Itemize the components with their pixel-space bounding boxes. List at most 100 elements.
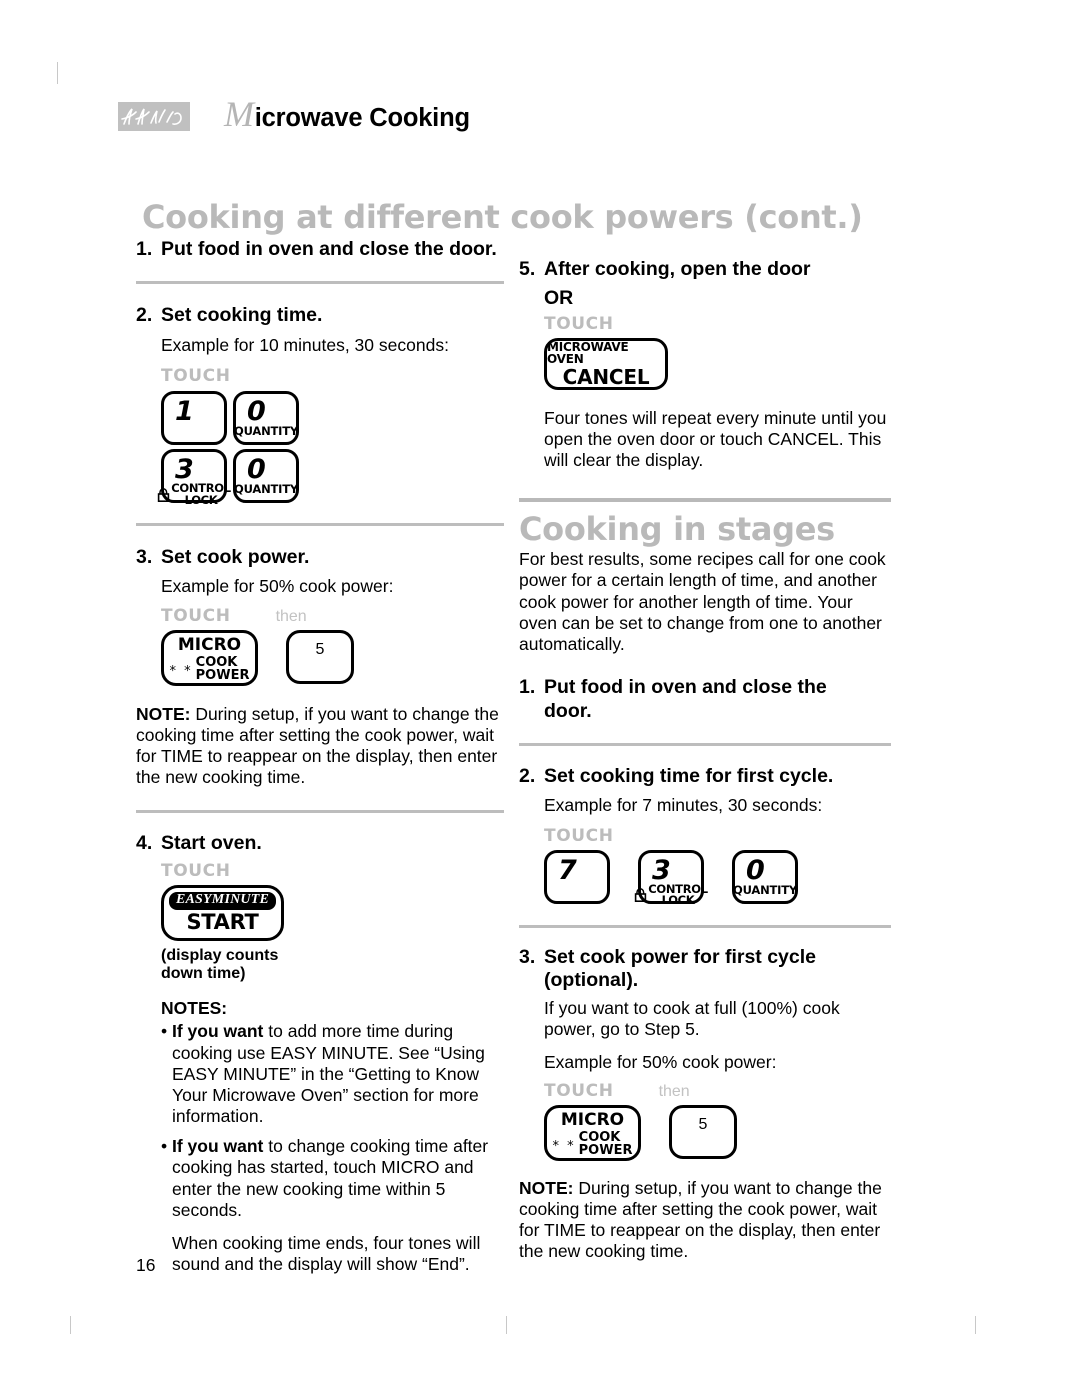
key-1[interactable]: 1 — [161, 390, 227, 445]
keypad-row: 1 0 QUANTITY — [161, 390, 504, 445]
step-4-keypad-block: TOUCH EASYMINUTE START (display counts d… — [161, 861, 504, 984]
kitchenaid-script-logo-icon — [118, 102, 190, 131]
crop-mark — [506, 1316, 507, 1334]
keypad-row: MICRO * * COOK POWER 5 — [544, 1104, 891, 1161]
step-3: 3. Set cook power. — [136, 546, 504, 569]
step-5-or: OR — [519, 287, 891, 310]
page-title-text: icrowave Cooking — [254, 104, 470, 132]
crop-mark — [975, 1316, 976, 1334]
bullet-icon: • — [161, 1136, 168, 1157]
step-title: Set cooking time for first cycle. — [544, 764, 834, 787]
keypad-group: 1 0 QUANTITY 3 CONTROL LOCK 0 QUANTITY — [158, 390, 504, 505]
step-3-keypad-block: TOUCH then MICRO * * COOK POWER 5 — [161, 606, 504, 686]
key-0-quantity[interactable]: 0 QUANTITY — [233, 390, 299, 445]
key-digit: 0 — [746, 854, 765, 886]
touch-label: TOUCH — [161, 365, 231, 386]
crop-mark — [70, 1316, 71, 1334]
step-1: 1. Put food in oven and close the door. — [136, 238, 504, 261]
step-number: 1. — [136, 238, 153, 260]
stages-step-2: 2. Set cooking time for first cycle. — [519, 765, 891, 788]
step-number: 2. — [136, 304, 153, 327]
key-7[interactable]: 7 — [544, 849, 610, 904]
divider — [136, 281, 504, 285]
key-sublabel-quantity: QUANTITY — [733, 882, 797, 897]
stages-step-1: 1. Put food in oven and close the door. — [519, 676, 891, 723]
touch-label: TOUCH — [161, 860, 231, 881]
stages-step-2-keypad-block: TOUCH 7 3 CONTROL LOCK 0 QUANTITY — [544, 825, 891, 906]
divider — [136, 522, 504, 526]
key-label-easy-minute: EASYMINUTE — [168, 892, 277, 910]
crop-mark — [57, 62, 58, 84]
key-microwave-oven-cancel[interactable]: MICROWAVE OVEN CANCEL — [544, 337, 668, 390]
step-2: 2. Set cooking time. — [136, 304, 504, 327]
note-list-item: • If you want to change cooking time aft… — [161, 1136, 504, 1221]
bullet-icon: • — [161, 1021, 168, 1042]
divider — [519, 924, 891, 928]
key-label-micro: MICRO — [560, 1110, 625, 1131]
step-4-caption: (display counts down time) — [161, 946, 279, 982]
section-heading-cook-powers: Cooking at different cook powers (cont.) — [142, 198, 863, 236]
key-0-quantity[interactable]: 0 QUANTITY — [233, 448, 299, 503]
step-5-body: Four tones will repeat every minute unti… — [544, 407, 887, 471]
divider — [136, 810, 504, 814]
note-label: NOTE: — [136, 703, 191, 724]
stages-step-3-example: Example for 50% cook power: — [544, 1051, 777, 1072]
note-lead: If you want — [172, 1021, 264, 1042]
step-2-example: Example for 10 minutes, 30 seconds: — [161, 334, 449, 355]
note-text: During setup, if you want to change the … — [136, 703, 499, 788]
left-column: 1. Put food in oven and close the door. … — [136, 238, 504, 1275]
key-5[interactable]: 5 — [286, 629, 354, 684]
step-3-note: NOTE: During setup, if you want to chang… — [136, 704, 504, 789]
key-digit: 7 — [558, 854, 577, 886]
stages-step-3-note: NOTE: During setup, if you want to chang… — [519, 1178, 891, 1263]
step-number: 2. — [519, 764, 536, 787]
key-digit: 5 — [315, 640, 325, 658]
or-label: OR — [544, 287, 574, 310]
key-sublabel-control-lock: CONTROL LOCK — [157, 482, 231, 506]
step-number: 3. — [136, 545, 153, 568]
key-0-quantity[interactable]: 0 QUANTITY — [732, 849, 798, 904]
key-sublabel-power: POWER — [578, 1143, 633, 1159]
step-title: Set cook power. — [161, 545, 310, 568]
then-label: then — [658, 1082, 690, 1100]
right-column: 5. After cooking, open the door OR TOUCH… — [519, 258, 891, 1262]
key-micro-cook-power[interactable]: MICRO * * COOK POWER — [544, 1104, 641, 1161]
stages-step-2-example: Example for 7 minutes, 30 seconds: — [544, 795, 823, 816]
keypad-row: 3 CONTROL LOCK 0 QUANTITY — [158, 448, 504, 505]
key-sublabel-microwave-oven: MICROWAVE OVEN — [547, 339, 629, 366]
step-5-keypad-block: TOUCH MICROWAVE OVEN CANCEL — [544, 314, 891, 390]
key-5[interactable]: 5 — [669, 1104, 737, 1159]
key-3-control-lock[interactable]: 3 CONTROL LOCK — [158, 448, 231, 505]
drop-cap: M — [224, 94, 254, 134]
touch-label: TOUCH — [544, 313, 614, 334]
stages-step-3: 3. Set cook power for first cycle (optio… — [519, 946, 891, 993]
step-title: Put food in oven and close the door. — [161, 238, 497, 260]
key-start-easy-minute[interactable]: EASYMINUTE START — [161, 884, 284, 941]
step-5: 5. After cooking, open the door — [519, 258, 891, 281]
divider-section — [519, 498, 891, 503]
key-sublabel-quantity: QUANTITY — [234, 481, 298, 496]
key-sublabel-power: POWER — [195, 668, 250, 684]
padlock-icon — [158, 487, 170, 502]
key-label-cancel: CANCEL — [562, 364, 650, 389]
key-digit: 3 — [175, 453, 194, 485]
note-text: During setup, if you want to change the … — [519, 1177, 882, 1262]
touch-label: TOUCH — [544, 825, 614, 846]
touch-label: TOUCH — [544, 1080, 614, 1101]
note-list-item: • If you want to add more time during co… — [161, 1021, 504, 1127]
cook-power-stars-icon: * * — [552, 1138, 576, 1154]
step-title: Start oven. — [161, 832, 262, 855]
manual-page: Microwave Cooking Cooking at different c… — [0, 0, 1080, 1397]
key-sublabel-quantity: QUANTITY — [234, 423, 298, 438]
step-2-keypad-block: TOUCH 1 0 QUANTITY 3 CONTROL LOCK 0 QUAN… — [158, 365, 504, 505]
divider — [519, 742, 891, 746]
step-number: 1. — [519, 676, 536, 699]
key-3-control-lock[interactable]: 3 CONTROL LOCK — [635, 849, 708, 906]
key-micro-cook-power[interactable]: MICRO * * COOK POWER — [161, 629, 258, 686]
keypad-row: MICRO * * COOK POWER 5 — [161, 629, 504, 686]
key-digit: 5 — [698, 1115, 708, 1133]
key-digit: 3 — [652, 854, 671, 886]
cook-power-stars-icon: * * — [169, 663, 193, 679]
key-digit: 1 — [175, 395, 194, 427]
notes-title: NOTES: — [161, 998, 228, 1019]
